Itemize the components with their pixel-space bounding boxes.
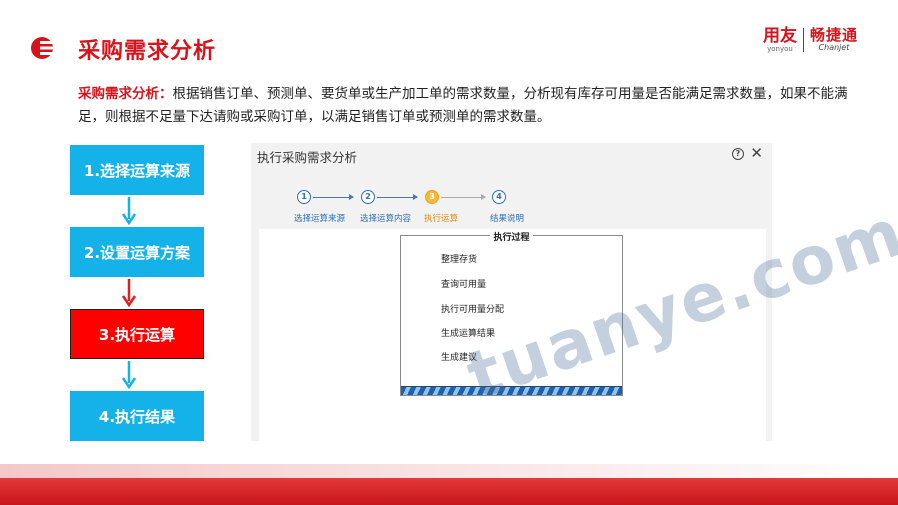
footer-bar bbox=[0, 478, 898, 505]
step-results[interactable]: 4.执行结果 bbox=[70, 391, 204, 441]
step-select-source[interactable]: 1.选择运算来源 bbox=[70, 145, 204, 195]
process-item: 查询可用量 bbox=[441, 280, 487, 290]
wizard-step-1-label: 选择运算来源 bbox=[294, 214, 346, 224]
description: 采购需求分析：根据销售订单、预测单、要货单或生产加工单的需求数量，分析现有库存可… bbox=[78, 83, 868, 129]
wizard-step-3-icon: 3 bbox=[425, 190, 439, 204]
wizard-connector bbox=[441, 194, 486, 200]
wizard-step-3-label: 执行运算 bbox=[424, 214, 459, 224]
step-execute[interactable]: 3.执行运算 bbox=[70, 309, 204, 359]
process-item: 执行可用量分配 bbox=[441, 305, 505, 315]
brand-logo-icon bbox=[31, 37, 64, 59]
wizard-step-4-icon: 4 bbox=[492, 190, 506, 204]
brand-secondary-en: Chanjet bbox=[818, 43, 850, 52]
description-body: 根据销售订单、预测单、要货单或生产加工单的需求数量，分析现有库存可用量是否能满足… bbox=[78, 86, 848, 125]
brand-secondary-cn: 畅捷通 bbox=[809, 26, 858, 44]
process-title: 执行过程 bbox=[490, 233, 533, 243]
wizard-connector bbox=[313, 194, 354, 200]
arrow-down-icon bbox=[121, 279, 137, 308]
description-lead: 采购需求分析： bbox=[78, 86, 173, 102]
wizard-step-4-label: 结果说明 bbox=[490, 214, 525, 224]
arrow-down-icon bbox=[121, 361, 137, 390]
step-set-scheme[interactable]: 2.设置运算方案 bbox=[70, 227, 204, 277]
wizard-connector bbox=[377, 194, 418, 200]
window-title: 执行采购需求分析 bbox=[257, 150, 358, 165]
wizard-step-1-icon: 1 bbox=[297, 190, 311, 204]
wizard-step-2-label: 选择运算内容 bbox=[360, 214, 412, 224]
arrow-down-icon bbox=[121, 197, 137, 226]
help-icon[interactable]: ? bbox=[732, 148, 744, 160]
brand-primary-cn: 用友 bbox=[762, 25, 797, 46]
brand-logo: 用友 yonyou 畅捷通 Chanjet bbox=[763, 26, 858, 54]
page-title: 采购需求分析 bbox=[78, 39, 217, 64]
brand-divider bbox=[802, 28, 804, 52]
wizard-step-2-icon: 2 bbox=[361, 190, 375, 204]
process-item: 整理存货 bbox=[441, 255, 478, 265]
brand-primary-en: yonyou bbox=[767, 44, 793, 53]
close-icon[interactable]: ✕ bbox=[750, 145, 763, 161]
